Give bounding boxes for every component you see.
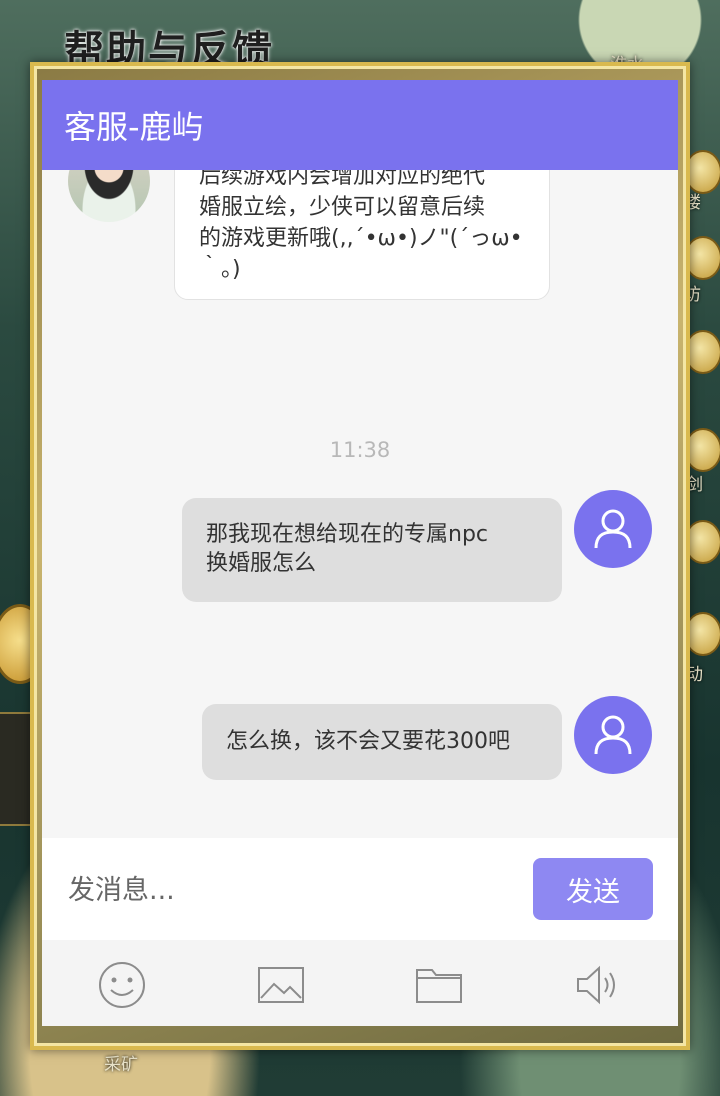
folder-icon[interactable] xyxy=(414,960,464,1010)
bg-label-caikuang: 采矿 xyxy=(104,1055,138,1075)
chat-header: 客服-鹿屿 xyxy=(42,80,678,170)
agent-message-line: 后续游戏内会增加对应的绝代 xyxy=(199,170,486,189)
user-icon xyxy=(594,509,632,549)
agent-avatar xyxy=(68,170,150,222)
user-message-line: 那我现在想给现在的专属npc xyxy=(206,522,489,547)
chat-title: 客服-鹿屿 xyxy=(64,108,204,146)
smiley-icon[interactable] xyxy=(97,960,147,1010)
agent-message-bubble: 后续游戏内会增加对应的绝代 婚服立绘，少侠可以留意后续 的游戏更新哦(,,´•ω… xyxy=(174,170,550,300)
message-input-bar: 发送 xyxy=(42,838,678,942)
user-avatar xyxy=(574,696,652,774)
message-input[interactable] xyxy=(42,838,550,942)
user-message-line: 换婚服怎么 xyxy=(206,551,317,576)
customer-service-chat-panel: 客服-鹿屿 后续游戏内会增加对应的绝代 婚服立绘，少侠可以留意后续 的游戏更新哦… xyxy=(42,80,678,1026)
send-button[interactable]: 发送 xyxy=(533,858,653,920)
attachment-toolbar xyxy=(42,940,678,1026)
speaker-icon[interactable] xyxy=(574,960,624,1010)
agent-message-line: ｀。) xyxy=(199,257,241,282)
message-list[interactable]: 后续游戏内会增加对应的绝代 婚服立绘，少侠可以留意后续 的游戏更新哦(,,´•ω… xyxy=(42,170,678,838)
user-message-bubble: 那我现在想给现在的专属npc 换婚服怎么 xyxy=(182,498,562,602)
user-icon xyxy=(594,715,632,755)
message-timestamp: 11:38 xyxy=(329,438,391,462)
user-avatar xyxy=(574,490,652,568)
agent-message-line: 的游戏更新哦(,,´•ω•)ノ"(´っω• xyxy=(199,226,523,251)
agent-message-line: 婚服立绘，少侠可以留意后续 xyxy=(199,195,486,220)
user-message-bubble: 怎么换，该不会又要花300吧 xyxy=(202,704,562,780)
image-icon[interactable] xyxy=(256,960,306,1010)
